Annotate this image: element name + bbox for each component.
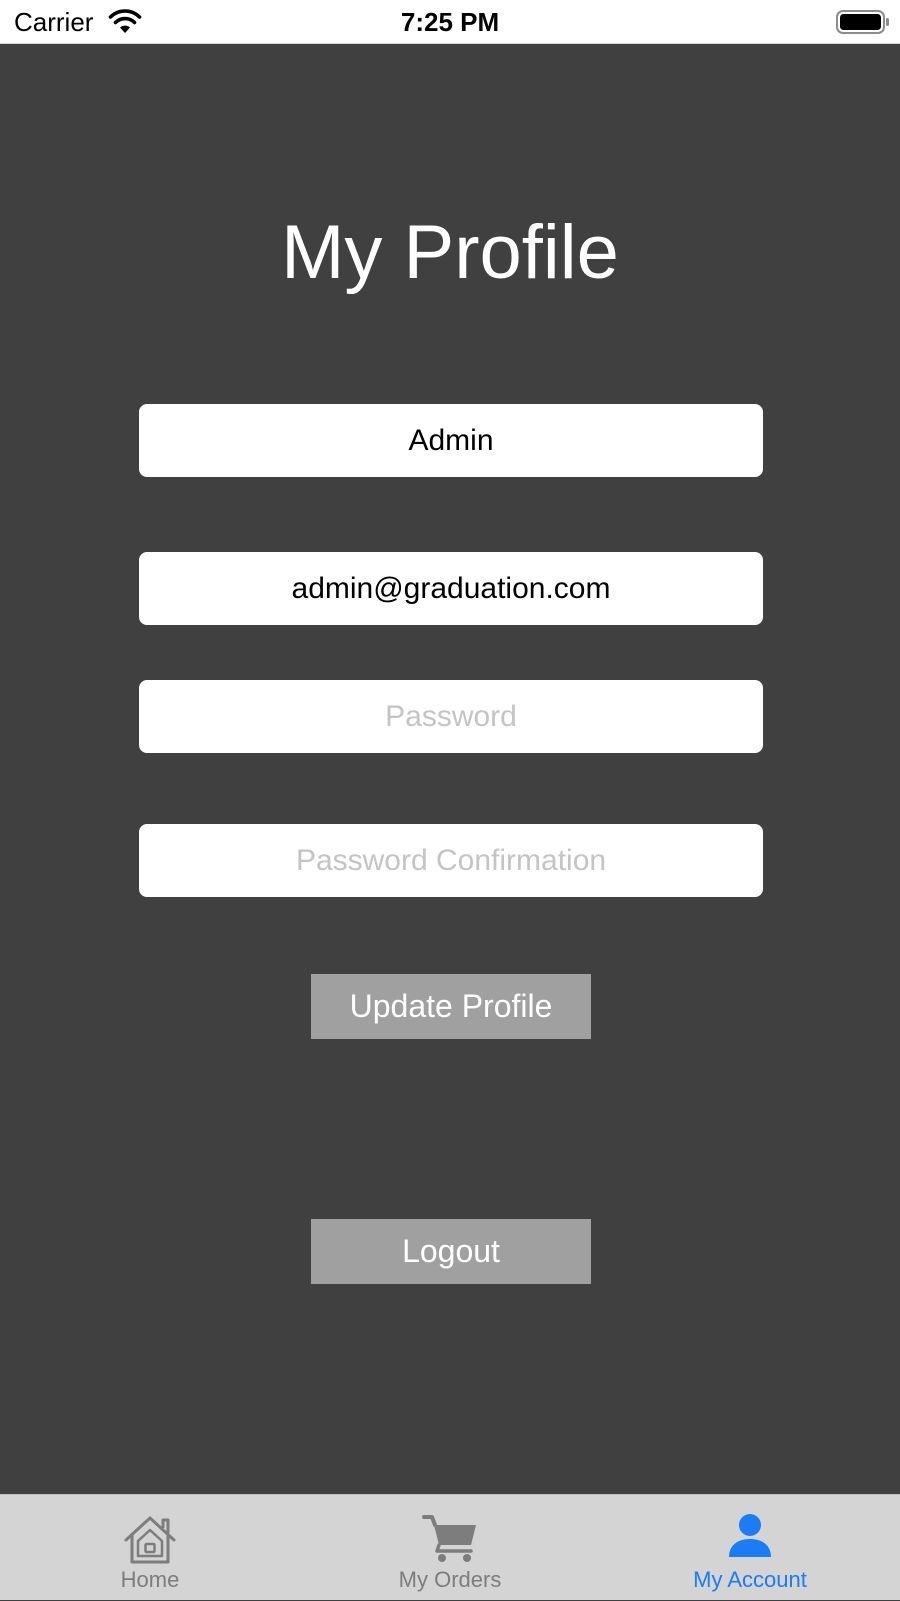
- logout-button[interactable]: Logout: [311, 1219, 591, 1284]
- name-field[interactable]: Admin: [139, 404, 763, 477]
- tab-bar: Home My Orders My Account: [0, 1494, 900, 1600]
- page-title: My Profile: [281, 210, 619, 295]
- tab-my-orders-label: My Orders: [398, 1567, 502, 1592]
- tab-my-account-label: My Account: [693, 1567, 807, 1592]
- status-bar: Carrier 7:25 PM: [0, 0, 900, 44]
- person-icon: [729, 1514, 771, 1557]
- tab-my-account[interactable]: My Account: [600, 1495, 900, 1601]
- battery-icon: [836, 10, 889, 34]
- password-confirmation-field[interactable]: Password Confirmation: [139, 824, 763, 897]
- password-field[interactable]: Password: [139, 680, 763, 753]
- tab-home[interactable]: Home: [0, 1495, 300, 1601]
- email-field[interactable]: admin@graduation.com: [139, 552, 763, 625]
- cart-icon: [422, 1515, 476, 1562]
- status-time: 7:25 PM: [400, 7, 500, 37]
- update-profile-button[interactable]: Update Profile: [311, 974, 591, 1039]
- tab-my-orders[interactable]: My Orders: [300, 1495, 600, 1601]
- home-icon: [124, 1516, 176, 1564]
- tab-home-label: Home: [120, 1567, 180, 1592]
